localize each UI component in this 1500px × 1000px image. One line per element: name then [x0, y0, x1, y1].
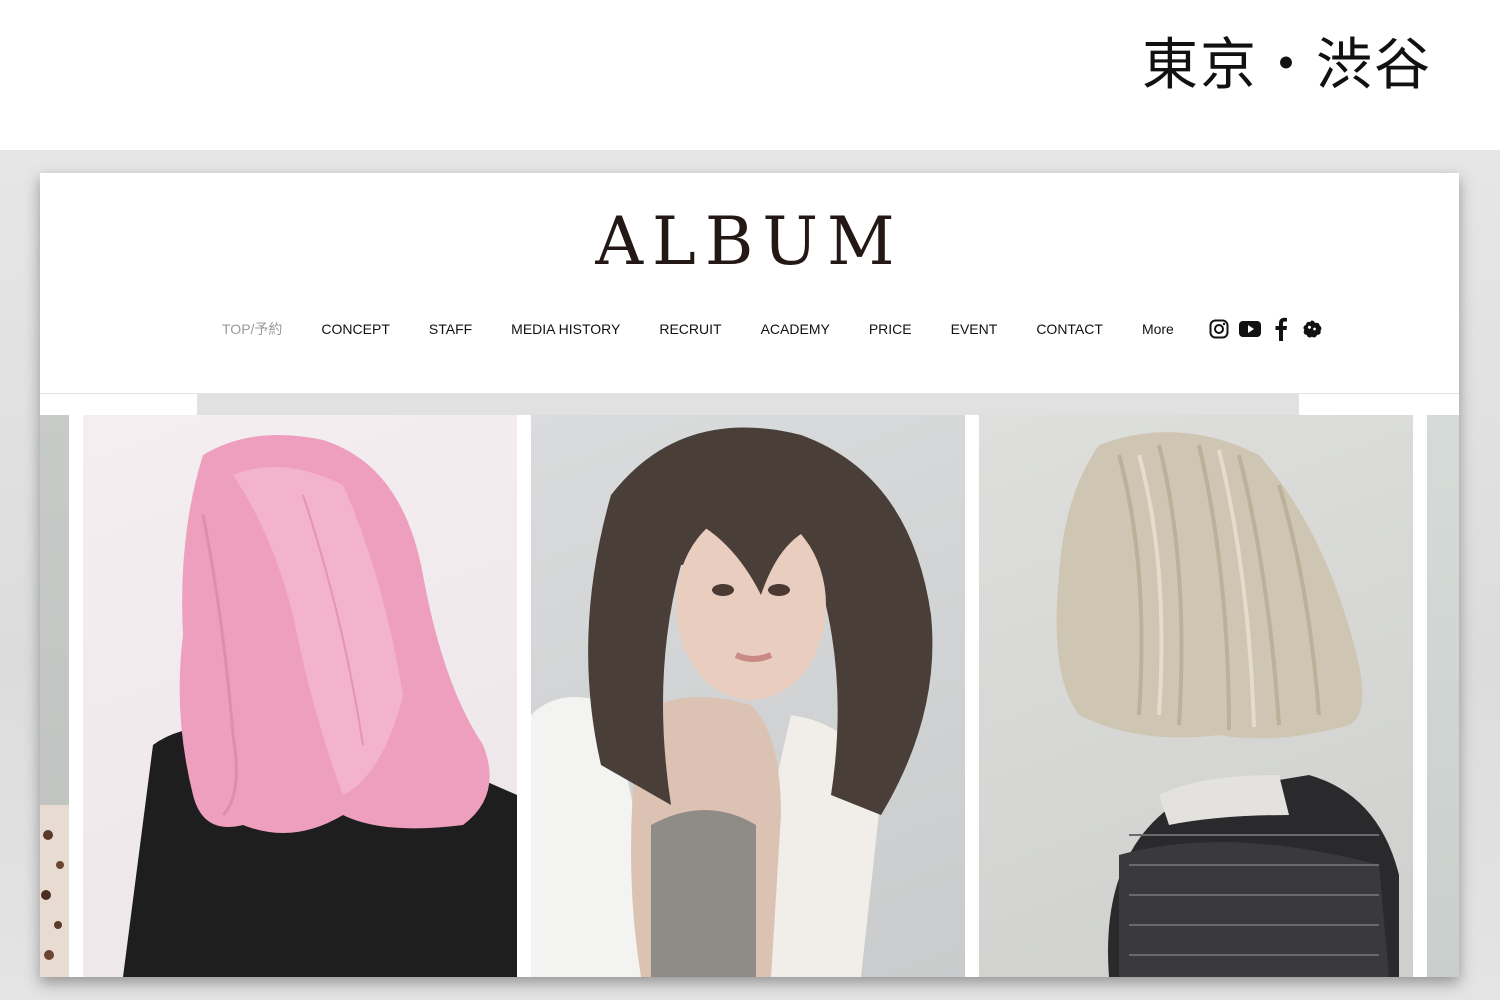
- site-logo[interactable]: ALBUM: [40, 203, 1459, 280]
- nav-item-event[interactable]: EVENT: [951, 321, 998, 337]
- gallery-photo-blonde-bob[interactable]: [979, 415, 1413, 977]
- instagram-icon[interactable]: [1208, 318, 1230, 340]
- gallery-photo-pink-hair[interactable]: [83, 415, 517, 977]
- nav-item-media-history[interactable]: MEDIA HISTORY: [511, 321, 620, 337]
- gallery-photo-brunette-portrait[interactable]: [531, 415, 965, 977]
- nav-item-academy[interactable]: ACADEMY: [761, 321, 830, 337]
- facebook-icon[interactable]: [1270, 317, 1292, 341]
- photo-gallery: [40, 415, 1459, 977]
- nav-item-more[interactable]: More: [1142, 321, 1174, 337]
- nav-item-staff[interactable]: STAFF: [429, 321, 472, 337]
- gallery-photo-partial-left[interactable]: [40, 415, 69, 977]
- nav-item-concept[interactable]: CONCEPT: [321, 321, 389, 337]
- nav-item-recruit[interactable]: RECRUIT: [659, 321, 721, 337]
- browser-window: ALBUM TOP/予約 CONCEPT STAFF MEDIA HISTORY…: [40, 173, 1459, 977]
- youtube-icon[interactable]: [1238, 318, 1261, 340]
- header-shadow-band: [197, 394, 1299, 415]
- nav-item-price[interactable]: PRICE: [869, 321, 912, 337]
- nav-item-top[interactable]: TOP/予約: [222, 319, 282, 339]
- main-nav: TOP/予約 CONCEPT STAFF MEDIA HISTORY RECRU…: [222, 317, 1323, 341]
- gallery-photo-partial-right[interactable]: [1427, 415, 1459, 977]
- location-label: 東京・渋谷: [1142, 33, 1432, 98]
- hotpepper-icon[interactable]: [1301, 318, 1323, 340]
- nav-item-contact[interactable]: CONTACT: [1036, 321, 1103, 337]
- site-header: ALBUM TOP/予約 CONCEPT STAFF MEDIA HISTORY…: [40, 173, 1459, 394]
- social-links: [1208, 317, 1323, 341]
